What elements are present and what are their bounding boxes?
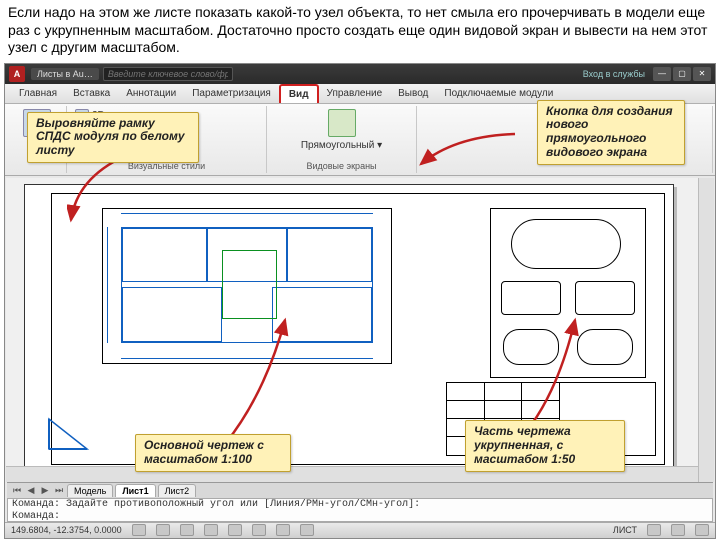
layout-tab-model[interactable]: Модель	[67, 484, 113, 497]
status-btn[interactable]	[156, 524, 170, 536]
callout-frame-align: Выровняйте рамку СПДС модуля по белому л…	[27, 112, 199, 163]
layout-tab-2[interactable]: Лист2	[158, 484, 197, 497]
callout-viewport-button: Кнопка для создания нового прямоугольног…	[537, 100, 685, 165]
tab-view[interactable]: Вид	[279, 84, 319, 103]
tab-nav-first[interactable]: ⏮	[11, 485, 23, 496]
status-btn[interactable]	[252, 524, 266, 536]
status-btn[interactable]	[695, 524, 709, 536]
layout-tab-1[interactable]: Лист1	[115, 484, 155, 497]
tab-plugins[interactable]: Подключаемые модули	[436, 85, 561, 102]
status-btn[interactable]	[180, 524, 194, 536]
viewport-main[interactable]	[102, 208, 392, 364]
login-link[interactable]: Вход в службы	[583, 69, 645, 79]
space-mode[interactable]: ЛИСТ	[613, 525, 637, 535]
maximize-button[interactable]: ▢	[673, 67, 691, 81]
tab-nav-next[interactable]: ▶	[39, 485, 51, 496]
status-btn[interactable]	[204, 524, 218, 536]
layout-tabs: ⏮ ◀ ▶ ⏭ Модель Лист1 Лист2	[7, 482, 713, 498]
intro-paragraph: Если надо на этом же листе показать како…	[0, 0, 720, 63]
minimize-button[interactable]: —	[653, 67, 671, 81]
coords-readout: 149.6804, -12.3754, 0.0000	[11, 525, 122, 535]
viewport-detail[interactable]	[490, 208, 646, 378]
panel-label-viewports: Видовые экраны	[273, 161, 410, 171]
ucs-icon	[47, 415, 91, 451]
rectangular-viewport-button[interactable]: Прямоугольный ▾	[273, 108, 410, 152]
search-input[interactable]	[103, 67, 233, 81]
status-bar: 149.6804, -12.3754, 0.0000 ЛИСТ	[5, 522, 715, 538]
titlebar: A Листы в Au… Вход в службы — ▢ ✕	[5, 64, 715, 84]
status-btn[interactable]	[132, 524, 146, 536]
status-btn[interactable]	[276, 524, 290, 536]
tab-insert[interactable]: Вставка	[65, 85, 118, 102]
status-btn[interactable]	[228, 524, 242, 536]
callout-main-drawing: Основной чертеж с масштабом 1:100	[135, 434, 291, 472]
viewport-icon	[328, 109, 356, 137]
tab-output[interactable]: Вывод	[390, 85, 436, 102]
tab-nav-prev[interactable]: ◀	[25, 485, 37, 496]
title-dropdown[interactable]: Листы в Au…	[31, 68, 99, 80]
tab-nav-last[interactable]: ⏭	[53, 485, 65, 496]
tab-main[interactable]: Главная	[11, 85, 65, 102]
status-btn[interactable]	[671, 524, 685, 536]
scrollbar-vertical[interactable]	[698, 178, 714, 482]
status-btn[interactable]	[300, 524, 314, 536]
app-icon[interactable]: A	[9, 66, 25, 82]
cmd-row-1: Команда: Задайте противоположный угол ил…	[12, 499, 708, 511]
autocad-window: A Листы в Au… Вход в службы — ▢ ✕ Главна…	[4, 63, 716, 539]
tab-parametrize[interactable]: Параметризация	[184, 85, 279, 102]
tab-manage[interactable]: Управление	[319, 85, 391, 102]
tab-annotations[interactable]: Аннотации	[118, 85, 184, 102]
command-line[interactable]: Команда: Задайте противоположный угол ил…	[7, 498, 713, 522]
status-btn[interactable]	[647, 524, 661, 536]
close-button[interactable]: ✕	[693, 67, 711, 81]
callout-detail-drawing: Часть чертежа укрупненная, с масштабом 1…	[465, 420, 625, 471]
